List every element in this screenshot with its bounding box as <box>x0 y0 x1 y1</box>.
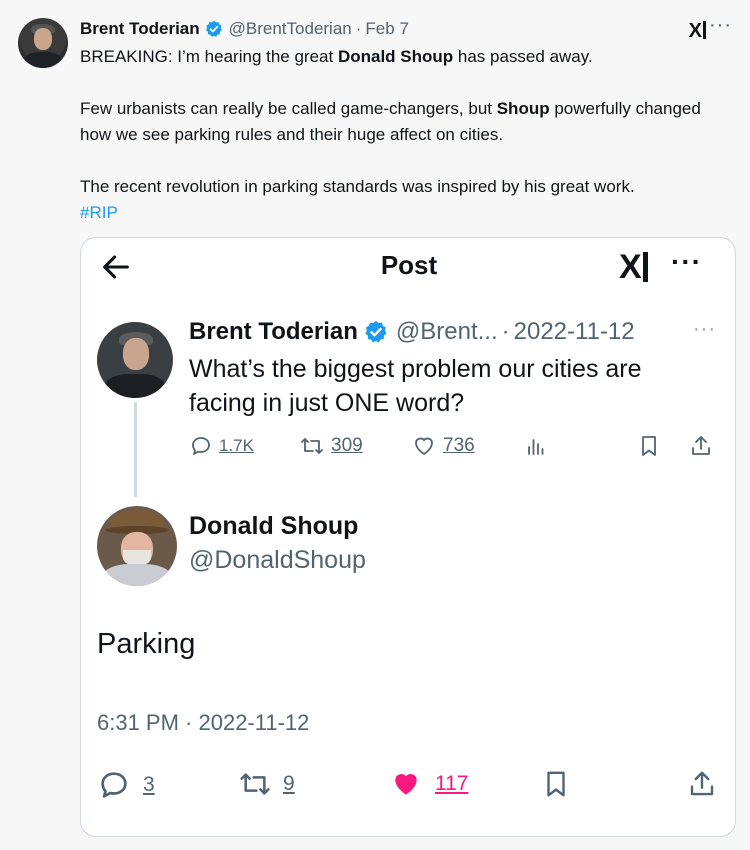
repost-icon <box>301 438 323 454</box>
author-name[interactable]: Brent Toderian <box>80 19 200 39</box>
post-text: Parking <box>97 628 196 660</box>
separator-dot: · <box>501 318 510 345</box>
share-button[interactable] <box>687 768 717 800</box>
thread-connector <box>134 402 137 497</box>
x-logo-icon[interactable]: X <box>619 248 648 287</box>
author-name[interactable]: Brent Toderian <box>189 318 358 346</box>
like-button[interactable]: 736 <box>411 434 475 458</box>
embedded-post-card[interactable]: Post X ··· Brent Toderian @Brent... · 20… <box>80 237 736 837</box>
like-button[interactable]: 117 <box>389 768 468 800</box>
x-logo-icon[interactable]: X <box>689 20 706 43</box>
repost-icon <box>240 773 270 795</box>
verified-badge-icon <box>205 20 222 37</box>
tweet-header: Brent Toderian @BrentToderian · Feb 7 <box>80 16 409 42</box>
share-icon <box>690 771 714 796</box>
author-handle[interactable]: @BrentToderian <box>229 19 352 39</box>
post-timestamp[interactable]: 6:31 PM · 2022-11-12 <box>97 710 309 736</box>
bookmark-icon <box>547 771 565 797</box>
repost-count[interactable]: 9 <box>283 772 295 796</box>
bookmark-icon <box>642 436 656 456</box>
more-dots-icon[interactable]: ··· <box>709 14 732 37</box>
repost-button[interactable]: 9 <box>237 768 295 800</box>
more-dots-icon[interactable]: ··· <box>671 246 702 278</box>
share-button[interactable] <box>689 434 713 458</box>
repost-count[interactable]: 309 <box>331 435 363 457</box>
bookmark-button[interactable] <box>541 768 571 800</box>
post-actions: 3 9 117 <box>97 768 717 802</box>
tweet-paragraph-1: BREAKING: I’m hearing the great Donald S… <box>80 47 593 66</box>
more-dots-icon[interactable]: ··· <box>693 318 716 341</box>
separator-dot: · <box>355 19 362 38</box>
reply-button[interactable]: 1.7K <box>189 434 254 458</box>
repost-button[interactable]: 309 <box>299 434 363 458</box>
avatar[interactable] <box>97 322 173 398</box>
like-count[interactable]: 736 <box>443 435 475 457</box>
share-icon <box>692 436 710 455</box>
reply-count[interactable]: 1.7K <box>219 436 254 456</box>
heart-icon <box>415 437 433 455</box>
reply-icon <box>101 772 127 798</box>
heart-icon <box>395 774 417 795</box>
bookmark-button[interactable] <box>637 434 661 458</box>
tweet-date[interactable]: Feb 7 <box>365 19 408 39</box>
like-count[interactable]: 117 <box>435 772 468 796</box>
tweet-paragraph-3: The recent revolution in parking standar… <box>80 177 635 196</box>
reply-tweet-header: Brent Toderian @Brent... · 2022-11-12 <box>189 318 635 346</box>
author-handle[interactable]: @Brent... <box>396 318 498 346</box>
tweet-date[interactable]: 2022-11-12 <box>514 318 635 346</box>
hashtag-link[interactable]: #RIP <box>80 203 118 222</box>
verified-badge-icon <box>365 321 387 343</box>
author-name[interactable]: Donald Shoup <box>189 512 358 541</box>
avatar[interactable] <box>97 506 177 586</box>
analytics-icon <box>528 439 544 455</box>
author-avatar[interactable] <box>18 18 68 68</box>
tweet-body: BREAKING: I’m hearing the great Donald S… <box>80 44 730 226</box>
reply-button[interactable]: 3 <box>97 768 155 802</box>
tweet-paragraph-2: Few urbanists can really be called game-… <box>80 99 701 144</box>
reply-tweet-text: What’s the biggest problem our cities ar… <box>189 355 642 417</box>
reply-icon <box>192 437 210 455</box>
reply-tweet-actions: 1.7K 309 736 <box>189 434 719 464</box>
reply-count[interactable]: 3 <box>143 773 155 797</box>
views-button[interactable] <box>524 434 548 458</box>
author-handle[interactable]: @DonaldShoup <box>189 546 366 575</box>
